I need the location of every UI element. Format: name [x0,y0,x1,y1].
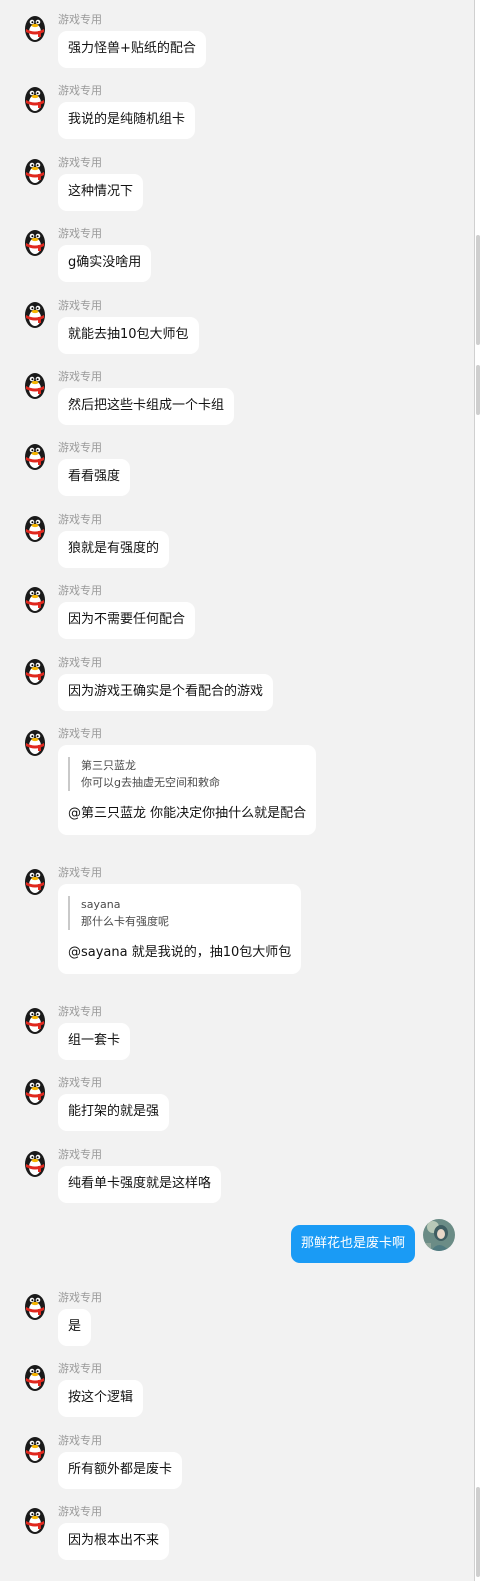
qq-penguin-avatar-icon[interactable] [20,84,50,114]
sender-name: 游戏专用 [58,1505,102,1518]
message-bubble[interactable]: 因为游戏王确实是个看配合的游戏 [58,674,274,711]
quoted-message[interactable]: 第三只蓝龙 你可以g去抽虚无空间和敕命 [68,757,306,791]
sender-name: 游戏专用 [58,727,102,740]
user-avatar-icon[interactable] [423,1219,455,1251]
scrollbar-thumb[interactable] [476,1487,480,1577]
qq-penguin-avatar-icon[interactable] [20,656,50,686]
quote-text: 那什么卡有强度呢 [81,915,169,928]
message-bubble[interactable]: 这种情况下 [58,174,144,211]
qq-penguin-avatar-icon[interactable] [20,1005,50,1035]
qq-penguin-avatar-icon[interactable] [20,441,50,471]
message-bubble[interactable]: 就能去抽10包大师包 [58,317,199,354]
qq-penguin-avatar-icon[interactable] [20,13,50,43]
quote-sender: 第三只蓝龙 [81,759,136,772]
sender-name: 游戏专用 [58,1291,102,1304]
chat-message-list[interactable]: 游戏专用 强力怪兽+贴纸的配合 游戏专用 我说的是纯随机组卡 游戏专用 这种情况… [0,0,474,1581]
sender-name: 游戏专用 [58,441,102,454]
message-bubble-with-quote[interactable]: 第三只蓝龙 你可以g去抽虚无空间和敕命 @第三只蓝龙 你能决定你抽什么就是配合 [58,745,317,835]
message-bubble[interactable]: 因为不需要任何配合 [58,602,196,639]
sender-name: 游戏专用 [58,1076,102,1089]
message-bubble[interactable]: 因为根本出不来 [58,1523,170,1560]
message-bubble[interactable]: 狼就是有强度的 [58,531,170,568]
qq-penguin-avatar-icon[interactable] [20,1291,50,1321]
message-bubble[interactable]: 是 [58,1309,92,1346]
sender-name: 游戏专用 [58,1434,102,1447]
message-bubble[interactable]: 能打架的就是强 [58,1094,170,1131]
sender-name: 游戏专用 [58,370,102,383]
qq-penguin-avatar-icon[interactable] [20,156,50,186]
message-bubble[interactable]: 组一套卡 [58,1023,131,1060]
qq-penguin-avatar-icon[interactable] [20,1076,50,1106]
message-bubble[interactable]: 强力怪兽+贴纸的配合 [58,31,206,68]
qq-penguin-avatar-icon[interactable] [20,1505,50,1535]
vertical-scrollbar[interactable] [474,0,481,1581]
quoted-message[interactable]: sayana 那什么卡有强度呢 [68,896,291,930]
sender-name: 游戏专用 [58,656,102,669]
sender-name: 游戏专用 [58,13,102,26]
message-bubble-with-quote[interactable]: sayana 那什么卡有强度呢 @sayana 就是我说的，抽10包大师包 [58,884,302,974]
qq-penguin-avatar-icon[interactable] [20,1362,50,1392]
message-bubble[interactable]: 按这个逻辑 [58,1380,144,1417]
reply-text: @第三只蓝龙 你能决定你抽什么就是配合 [68,806,307,821]
scrollbar-thumb[interactable] [476,365,480,415]
qq-penguin-avatar-icon[interactable] [20,584,50,614]
qq-penguin-avatar-icon[interactable] [20,727,50,757]
sender-name: 游戏专用 [58,84,102,97]
message-bubble[interactable]: 然后把这些卡组成一个卡组 [58,388,235,425]
sender-name: 游戏专用 [58,866,102,879]
sender-name: 游戏专用 [58,227,102,240]
reply-text: @sayana 就是我说的，抽10包大师包 [68,945,292,960]
qq-penguin-avatar-icon[interactable] [20,1148,50,1178]
qq-penguin-avatar-icon[interactable] [20,513,50,543]
sender-name: 游戏专用 [58,513,102,526]
sender-name: 游戏专用 [58,299,102,312]
sender-name: 游戏专用 [58,1362,102,1375]
qq-penguin-avatar-icon[interactable] [20,227,50,257]
scrollbar-thumb[interactable] [476,235,480,345]
message-bubble[interactable]: g确实没啥用 [58,245,152,282]
self-message-bubble[interactable]: 那鲜花也是废卡啊 [290,1225,415,1263]
message-bubble[interactable]: 所有额外都是废卡 [58,1452,183,1489]
qq-penguin-avatar-icon[interactable] [20,866,50,896]
message-bubble[interactable]: 纯看单卡强度就是这样咯 [58,1166,222,1203]
message-bubble[interactable]: 我说的是纯随机组卡 [58,102,196,139]
qq-penguin-avatar-icon[interactable] [20,299,50,329]
sender-name: 游戏专用 [58,156,102,169]
sender-name: 游戏专用 [58,1148,102,1161]
qq-penguin-avatar-icon[interactable] [20,370,50,400]
sender-name: 游戏专用 [58,1005,102,1018]
sender-name: 游戏专用 [58,584,102,597]
quote-text: 你可以g去抽虚无空间和敕命 [81,776,220,789]
qq-penguin-avatar-icon[interactable] [20,1434,50,1464]
quote-sender: sayana [81,898,121,911]
message-bubble[interactable]: 看看强度 [58,459,131,496]
